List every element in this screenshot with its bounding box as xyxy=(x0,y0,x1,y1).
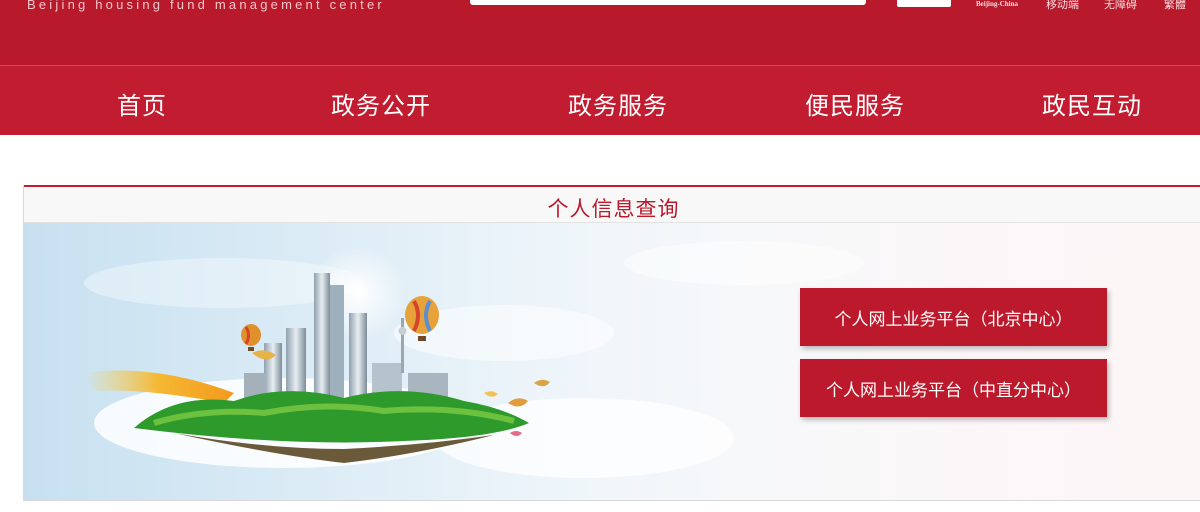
panel-title: 个人信息查询 xyxy=(547,197,680,221)
personal-platform-central-button[interactable]: 个人网上业务平台（中直分中心） xyxy=(800,359,1107,417)
search-input[interactable] xyxy=(470,0,866,5)
beijing-china-logo[interactable]: Beijing-China xyxy=(970,0,1024,10)
nav-item-government-affairs[interactable]: 政务公开 xyxy=(331,86,431,121)
personal-info-panel: 个人信息查询 个人网上业务平台（北京中心） 个人网上业务平台（中直分中心） xyxy=(23,185,1200,501)
government-badge-icon[interactable] xyxy=(897,0,951,7)
mobile-link[interactable]: 移动端 xyxy=(1046,0,1079,12)
site-header: Beijing housing fund management center B… xyxy=(0,0,1200,65)
site-title-english: Beijing housing fund management center xyxy=(27,0,385,12)
nav-item-home[interactable]: 首页 xyxy=(117,86,167,121)
nav-item-interaction[interactable]: 政民互动 xyxy=(1042,86,1142,121)
nav-item-government-services[interactable]: 政务服务 xyxy=(568,86,668,121)
panel-header: 个人信息查询 xyxy=(24,185,1200,223)
accessibility-link[interactable]: 无障碍 xyxy=(1104,0,1137,12)
main-nav: 首页 政务公开 政务服务 便民服务 政民互动 xyxy=(0,65,1200,135)
personal-platform-beijing-button[interactable]: 个人网上业务平台（北京中心） xyxy=(800,288,1107,346)
nav-item-public-services[interactable]: 便民服务 xyxy=(805,86,905,121)
traditional-chinese-link[interactable]: 繁體 xyxy=(1164,0,1186,12)
beijing-logo-text: Beijing-China xyxy=(975,0,1018,8)
